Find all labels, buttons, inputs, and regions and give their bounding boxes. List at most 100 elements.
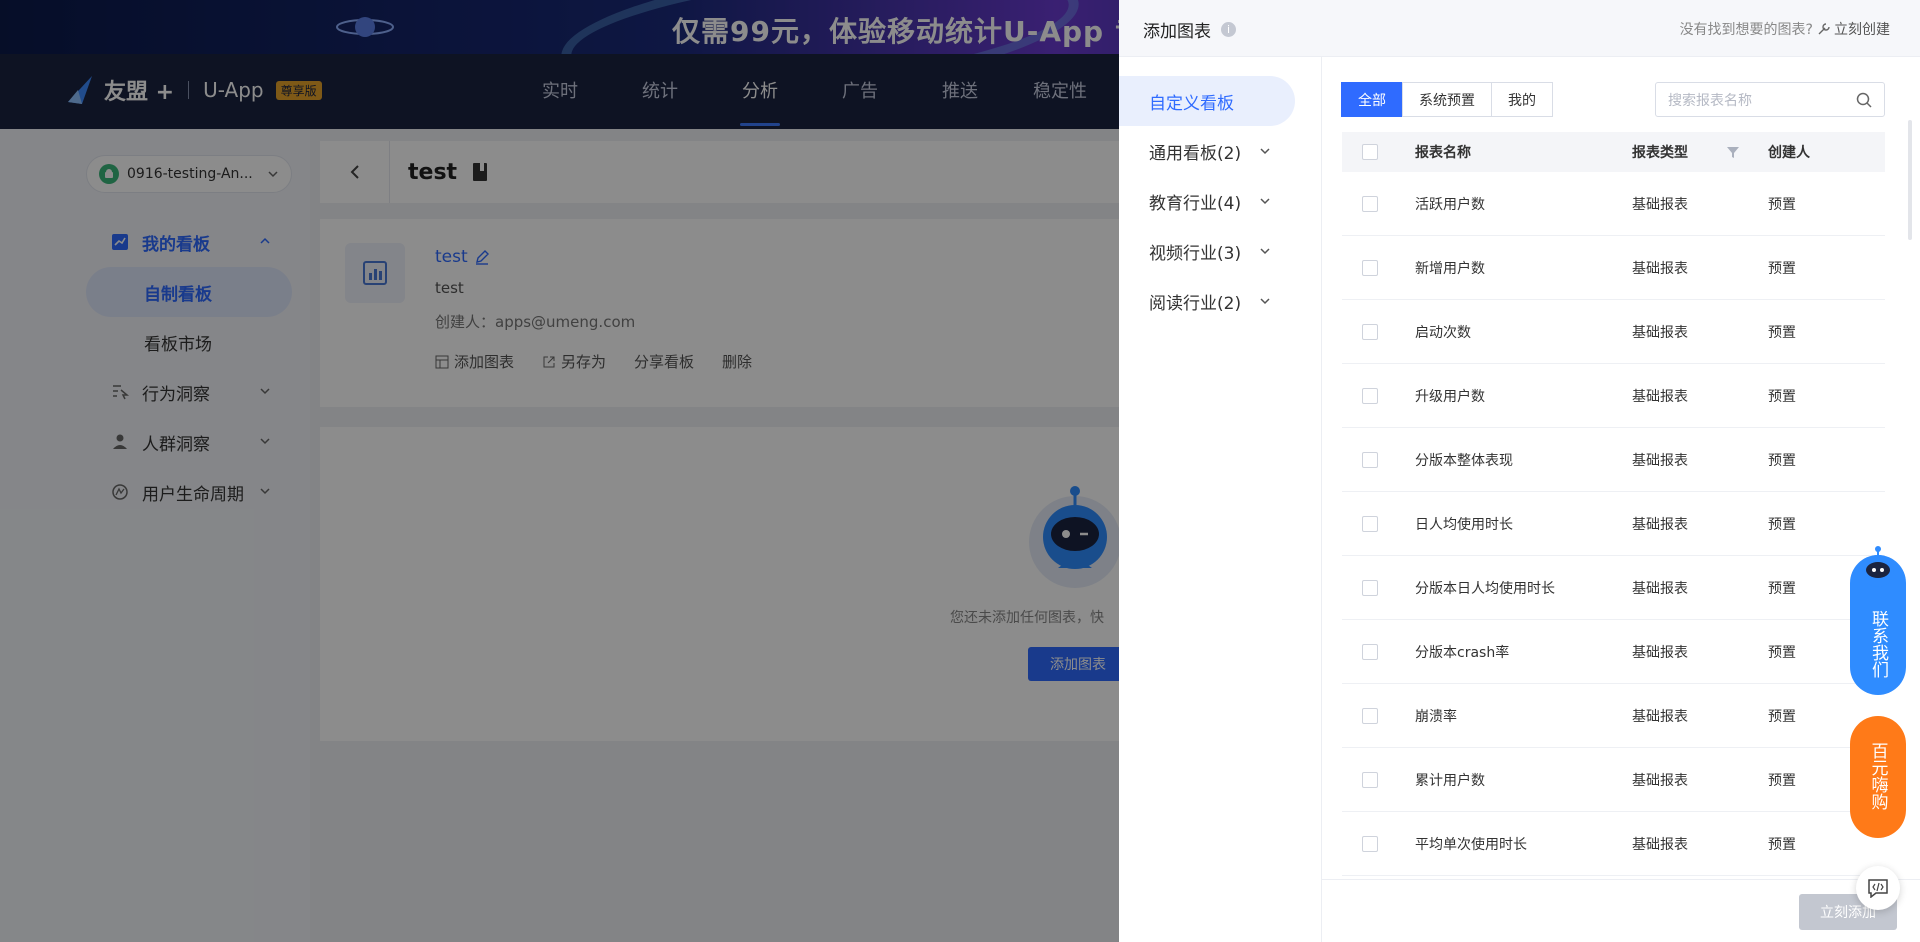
table-row[interactable]: 启动次数 基础报表 预置 — [1342, 300, 1885, 364]
promo-widget[interactable]: 百元嗨购 — [1850, 716, 1906, 838]
row-checkbox[interactable] — [1362, 643, 1378, 660]
table-row[interactable]: 日人均使用时长 基础报表 预置 — [1342, 492, 1885, 556]
filter-tabs: 全部 系统预置 我的 — [1341, 82, 1553, 117]
drawer-title: 添加图表 i — [1143, 17, 1236, 42]
search-placeholder: 搜索报表名称 — [1668, 92, 1752, 109]
category-custom[interactable]: 自定义看板 — [1119, 76, 1295, 126]
report-type: 基础报表 — [1632, 260, 1688, 277]
table-row[interactable]: 平均单次使用时长 基础报表 预置 — [1342, 812, 1885, 876]
report-creator: 预置 — [1768, 644, 1796, 661]
row-checkbox[interactable] — [1362, 259, 1378, 276]
report-type: 基础报表 — [1632, 708, 1688, 725]
row-checkbox[interactable] — [1362, 579, 1378, 596]
table-row[interactable]: 崩溃率 基础报表 预置 — [1342, 684, 1885, 748]
report-type: 基础报表 — [1632, 516, 1688, 533]
column-creator: 创建人 — [1768, 145, 1810, 161]
report-creator: 预置 — [1768, 516, 1796, 533]
row-checkbox[interactable] — [1362, 707, 1378, 724]
scrollbar[interactable] — [1908, 120, 1912, 240]
report-creator: 预置 — [1768, 196, 1796, 213]
page: 仅需99元，体验移动统计U-App 专 友盟 + U-App 尊享版 实时 统计… — [0, 0, 1920, 942]
drawer-header: 添加图表 i 没有找到想要的图表? 立刻创建 — [1119, 0, 1920, 57]
report-name: 升级用户数 — [1415, 388, 1485, 405]
report-name: 崩溃率 — [1415, 708, 1457, 725]
search-input[interactable]: 搜索报表名称 — [1655, 82, 1885, 117]
report-name: 新增用户数 — [1415, 260, 1485, 277]
report-creator: 预置 — [1768, 452, 1796, 469]
report-type: 基础报表 — [1632, 772, 1688, 789]
report-type: 基础报表 — [1632, 580, 1688, 597]
code-chat-icon — [1868, 879, 1888, 898]
report-name: 活跃用户数 — [1415, 196, 1485, 213]
report-name: 平均单次使用时长 — [1415, 836, 1527, 853]
create-now-label: 立刻创建 — [1834, 22, 1890, 38]
report-creator: 预置 — [1768, 580, 1796, 597]
tab-all[interactable]: 全部 — [1341, 82, 1403, 117]
report-creator: 预置 — [1768, 260, 1796, 277]
report-creator: 预置 — [1768, 708, 1796, 725]
table-row[interactable]: 升级用户数 基础报表 预置 — [1342, 364, 1885, 428]
create-now-link[interactable]: 立刻创建 — [1817, 19, 1890, 39]
select-all-checkbox[interactable] — [1362, 144, 1378, 160]
table-body: 活跃用户数 基础报表 预置 新增用户数 基础报表 预置 启动次数 基础报表 预置 升级用户数 基础报… — [1342, 172, 1885, 876]
column-type: 报表类型 — [1632, 145, 1688, 161]
row-checkbox[interactable] — [1362, 387, 1378, 404]
table-header: 报表名称 报表类型 创建人 — [1342, 132, 1885, 172]
report-type: 基础报表 — [1632, 196, 1688, 213]
add-chart-drawer: 添加图表 i 没有找到想要的图表? 立刻创建 自定义看板 通用看板(2) 教育行… — [1119, 0, 1920, 942]
category-reading[interactable]: 阅读行业(2) — [1119, 276, 1321, 326]
report-creator: 预置 — [1768, 772, 1796, 789]
row-checkbox[interactable] — [1362, 515, 1378, 532]
row-checkbox[interactable] — [1362, 451, 1378, 468]
table-row[interactable]: 分版本整体表现 基础报表 预置 — [1342, 428, 1885, 492]
category-label: 视频行业(3) — [1149, 243, 1242, 264]
chevron-down-icon — [1260, 198, 1270, 205]
tab-system[interactable]: 系统预置 — [1402, 82, 1492, 117]
robot-icon — [1862, 546, 1894, 587]
row-checkbox[interactable] — [1362, 323, 1378, 340]
report-name: 启动次数 — [1415, 324, 1471, 341]
report-name: 分版本日人均使用时长 — [1415, 580, 1555, 597]
chevron-down-icon — [1260, 298, 1270, 305]
report-name: 日人均使用时长 — [1415, 516, 1513, 533]
column-name: 报表名称 — [1415, 145, 1471, 161]
drawer-hint: 没有找到想要的图表? 立刻创建 — [1680, 19, 1890, 39]
table-row[interactable]: 分版本crash率 基础报表 预置 — [1342, 620, 1885, 684]
category-education[interactable]: 教育行业(4) — [1119, 176, 1321, 226]
filter-icon[interactable] — [1726, 145, 1740, 159]
drawer-footer: 立刻添加 — [1322, 879, 1920, 942]
row-checkbox[interactable] — [1362, 835, 1378, 852]
category-label: 阅读行业(2) — [1149, 293, 1242, 314]
report-type: 基础报表 — [1632, 324, 1688, 341]
report-name: 分版本整体表现 — [1415, 452, 1513, 469]
report-creator: 预置 — [1768, 324, 1796, 341]
contact-label: 联系我们 — [1868, 610, 1888, 678]
report-type: 基础报表 — [1632, 452, 1688, 469]
report-type: 基础报表 — [1632, 388, 1688, 405]
feedback-button[interactable] — [1856, 866, 1900, 910]
chevron-down-icon — [1260, 148, 1270, 155]
report-name: 分版本crash率 — [1415, 644, 1510, 661]
modal-overlay[interactable] — [0, 0, 1119, 942]
category-video[interactable]: 视频行业(3) — [1119, 226, 1321, 276]
table-row[interactable]: 新增用户数 基础报表 预置 — [1342, 236, 1885, 300]
table-row[interactable]: 活跃用户数 基础报表 预置 — [1342, 172, 1885, 236]
category-list: 自定义看板 通用看板(2) 教育行业(4) 视频行业(3) 阅读行业(2) — [1119, 57, 1322, 942]
report-creator: 预置 — [1768, 836, 1796, 853]
info-icon[interactable]: i — [1221, 22, 1236, 37]
table-row[interactable]: 累计用户数 基础报表 预置 — [1342, 748, 1885, 812]
category-general[interactable]: 通用看板(2) — [1119, 126, 1321, 176]
hint-text: 没有找到想要的图表? — [1679, 22, 1813, 38]
row-checkbox[interactable] — [1362, 195, 1378, 212]
table-row[interactable]: 分版本日人均使用时长 基础报表 预置 — [1342, 556, 1885, 620]
promo-label: 百元嗨购 — [1867, 742, 1888, 810]
chevron-down-icon — [1260, 248, 1270, 255]
report-table: 报表名称 报表类型 创建人 活跃用户数 基础报表 预置 新增用户数 基础报表 预置 启动次数… — [1342, 132, 1885, 876]
row-checkbox[interactable] — [1362, 771, 1378, 788]
category-label: 教育行业(4) — [1149, 193, 1242, 214]
report-creator: 预置 — [1768, 388, 1796, 405]
tab-mine[interactable]: 我的 — [1491, 82, 1553, 117]
wrench-icon — [1818, 23, 1830, 35]
contact-us-widget[interactable]: 联系我们 — [1850, 546, 1906, 695]
search-icon[interactable] — [1856, 92, 1872, 108]
